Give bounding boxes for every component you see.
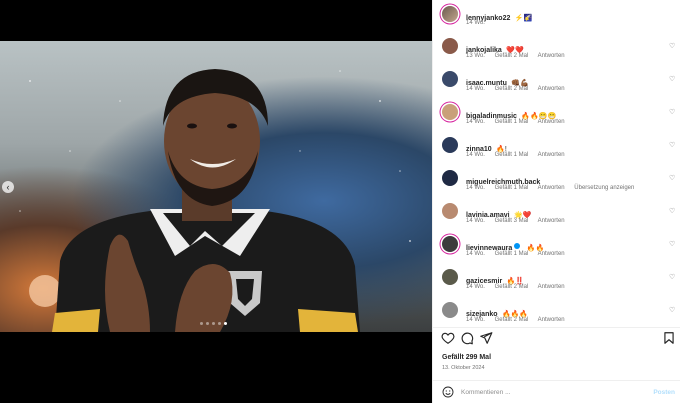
author-avatar[interactable]: [442, 6, 458, 22]
reply-link[interactable]: Antworten: [538, 284, 565, 290]
likes-count[interactable]: Gefällt 299 Mal: [442, 354, 491, 361]
comment-age: 14 Wo.: [466, 251, 485, 257]
divider: [433, 327, 680, 328]
reply-link[interactable]: Antworten: [538, 317, 565, 323]
post-media-area: ‹: [0, 0, 432, 403]
verified-badge-icon: [514, 242, 521, 249]
comment-likes[interactable]: Gefällt 1 Mal: [495, 119, 529, 125]
share-icon[interactable]: [479, 331, 493, 345]
comment-likes[interactable]: Gefällt 1 Mal: [495, 152, 529, 158]
carousel-dot: [218, 322, 221, 325]
reply-link[interactable]: Antworten: [538, 119, 565, 125]
comment-like-heart-icon[interactable]: ♡: [669, 307, 676, 314]
post-detail-panel: lennyjanko22 ⚡🌠 14 Wo. jankojalika ❤️❤️ …: [432, 0, 680, 403]
comment-meta: 14 Wo. Gefällt 1 Mal Antworten: [466, 119, 573, 125]
post-header: lennyjanko22 ⚡🌠 14 Wo.: [433, 0, 680, 32]
comment-row: gazicesmir 🔥‼️ 14 Wo. Gefällt 2 Mal Antw…: [433, 264, 680, 297]
comment-age: 14 Wo.: [466, 284, 485, 290]
reply-link[interactable]: Antworten: [538, 152, 565, 158]
comment-meta: 14 Wo. Gefällt 3 Mal Antworten: [466, 218, 573, 224]
comment-input[interactable]: Kommentieren ...: [461, 389, 511, 396]
reply-link[interactable]: Antworten: [538, 86, 565, 92]
comment-likes[interactable]: Gefällt 3 Mal: [495, 218, 529, 224]
commenter-avatar[interactable]: [442, 170, 458, 186]
post-date: 13. Oktober 2024: [442, 365, 485, 371]
comment-like-heart-icon[interactable]: ♡: [669, 208, 676, 215]
comment-row: miguelreichmuth.back 14 Wo. Gefällt 1 Ma…: [433, 165, 680, 198]
comment-icon[interactable]: [460, 331, 474, 345]
commenter-avatar[interactable]: [442, 302, 458, 318]
comment-age: 14 Wo.: [466, 317, 485, 323]
comment-meta: 13 Wo. Gefällt 2 Mal Antworten: [466, 53, 573, 59]
comment-row: lievinnewaura 🔥🔥 14 Wo. Gefällt 1 Mal An…: [433, 231, 680, 264]
comment-likes[interactable]: Gefällt 2 Mal: [495, 53, 529, 59]
carousel-dot: [212, 322, 215, 325]
comment-age: 14 Wo.: [466, 152, 485, 158]
comment-like-heart-icon[interactable]: ♡: [669, 76, 676, 83]
comment-row: sizejanko 🔥🔥🔥 14 Wo. Gefällt 2 Mal Antwo…: [433, 297, 680, 330]
comment-age: 13 Wo.: [466, 53, 485, 59]
comment-age: 14 Wo.: [466, 119, 485, 125]
like-heart-icon[interactable]: [441, 331, 455, 345]
commenter-avatar[interactable]: [442, 38, 458, 54]
comment-likes[interactable]: Gefällt 1 Mal: [495, 185, 529, 191]
comment-row: bigaladinmusic 🔥🔥😁😁 14 Wo. Gefällt 1 Mal…: [433, 99, 680, 132]
post-photo: [0, 41, 432, 332]
reply-link[interactable]: Antworten: [538, 251, 565, 257]
comment-meta: 14 Wo. Gefällt 1 Mal Antworten: [466, 152, 573, 158]
comment-like-heart-icon[interactable]: ♡: [669, 175, 676, 182]
comment-composer: Kommentieren ... Posten: [433, 380, 680, 403]
comment-row: jankojalika ❤️❤️ 13 Wo. Gefällt 2 Mal An…: [433, 33, 680, 66]
reply-link[interactable]: Antworten: [538, 53, 565, 59]
comment-like-heart-icon[interactable]: ♡: [669, 142, 676, 149]
carousel-dots: [200, 322, 227, 325]
comment-meta: 14 Wo. Gefällt 2 Mal Antworten: [466, 317, 573, 323]
commenter-avatar[interactable]: [442, 137, 458, 153]
comment-like-heart-icon[interactable]: ♡: [669, 241, 676, 248]
comment-row: isaac.muntu 👊🏾💪🏾 14 Wo. Gefällt 2 Mal An…: [433, 66, 680, 99]
translate-link[interactable]: Übersetzung anzeigen: [574, 185, 634, 191]
comment-row: lavinia.amavi 🌟❤️ 14 Wo. Gefällt 3 Mal A…: [433, 198, 680, 231]
reply-link[interactable]: Antworten: [538, 218, 565, 224]
commenter-avatar[interactable]: [442, 104, 458, 120]
comment-like-heart-icon[interactable]: ♡: [669, 274, 676, 281]
comment-like-heart-icon[interactable]: ♡: [669, 109, 676, 116]
comment-meta: 14 Wo. Gefällt 1 Mal Antworten Übersetzu…: [466, 185, 642, 191]
carousel-dot: [224, 322, 227, 325]
comment-meta: 14 Wo. Gefällt 2 Mal Antworten: [466, 284, 573, 290]
commenter-avatar[interactable]: [442, 71, 458, 87]
carousel-dot: [200, 322, 203, 325]
commenter-avatar[interactable]: [442, 269, 458, 285]
save-bookmark-icon[interactable]: [662, 331, 676, 345]
commenter-avatar[interactable]: [442, 203, 458, 219]
post-age: 14 Wo.: [466, 20, 485, 26]
carousel-prev-button[interactable]: ‹: [2, 181, 14, 193]
comment-age: 14 Wo.: [466, 86, 485, 92]
post-comment-button[interactable]: Posten: [653, 389, 675, 396]
emoji-smile-icon[interactable]: [442, 386, 454, 398]
comment-meta: 14 Wo. Gefällt 1 Mal Antworten: [466, 251, 573, 257]
commenter-avatar[interactable]: [442, 236, 458, 252]
comment-age: 14 Wo.: [466, 185, 485, 191]
comment-likes[interactable]: Gefällt 2 Mal: [495, 317, 529, 323]
comment-row: zinna10 🔥! 14 Wo. Gefällt 1 Mal Antworte…: [433, 132, 680, 165]
reply-link[interactable]: Antworten: [538, 185, 565, 191]
action-bar: [433, 331, 680, 349]
caption-text: ⚡🌠: [514, 15, 533, 22]
carousel-dot: [206, 322, 209, 325]
comment-like-heart-icon[interactable]: ♡: [669, 43, 676, 50]
comment-likes[interactable]: Gefällt 2 Mal: [495, 284, 529, 290]
player-illustration: [19, 69, 411, 332]
comment-likes[interactable]: Gefällt 2 Mal: [495, 86, 529, 92]
comment-age: 14 Wo.: [466, 218, 485, 224]
comment-likes[interactable]: Gefällt 1 Mal: [495, 251, 529, 257]
comment-meta: 14 Wo. Gefällt 2 Mal Antworten: [466, 86, 573, 92]
